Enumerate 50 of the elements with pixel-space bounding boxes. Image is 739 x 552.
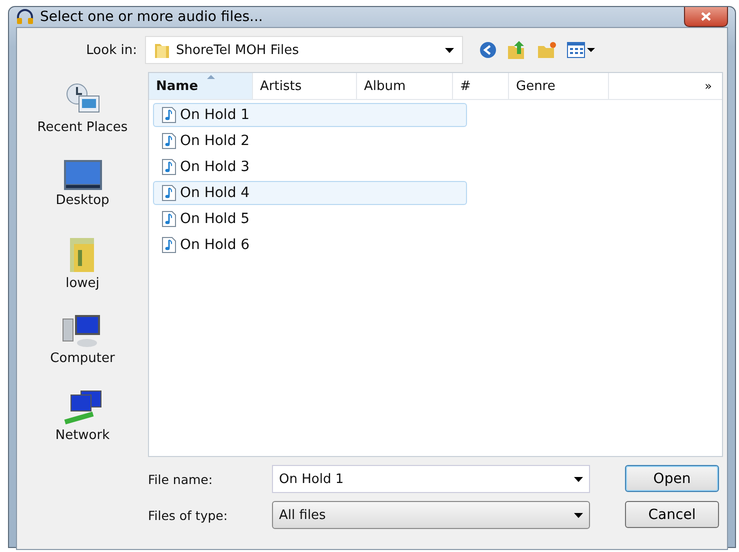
window-title: Select one or more audio files... bbox=[40, 9, 263, 25]
close-button[interactable] bbox=[684, 7, 728, 27]
column-header[interactable]: Artists bbox=[253, 73, 357, 99]
up-folder-icon[interactable] bbox=[507, 40, 527, 60]
file-type-dropdown[interactable]: All files bbox=[272, 501, 590, 529]
look-in-dropdown[interactable]: ShoreTel MOH Files bbox=[145, 36, 463, 64]
grid-view-icon bbox=[567, 42, 585, 58]
look-in-label: Look in: bbox=[85, 42, 137, 58]
audio-file-icon bbox=[162, 107, 176, 123]
view-menu-button[interactable] bbox=[567, 42, 595, 58]
place-item[interactable]: Recent Places bbox=[37, 82, 128, 149]
audio-file-icon bbox=[162, 159, 176, 175]
place-item[interactable]: Desktop bbox=[56, 159, 110, 226]
place-item[interactable]: lowej bbox=[66, 236, 100, 303]
caret-icon bbox=[574, 476, 583, 482]
back-icon[interactable] bbox=[479, 41, 497, 59]
file-name-field[interactable]: On Hold 1 bbox=[272, 465, 590, 493]
file-row[interactable]: On Hold 1 bbox=[153, 103, 467, 127]
close-icon bbox=[701, 12, 711, 21]
file-row[interactable]: On Hold 6 bbox=[153, 233, 467, 257]
dialog-button[interactable]: Cancel bbox=[625, 501, 719, 528]
headphones-icon bbox=[16, 9, 34, 25]
caret-icon bbox=[445, 48, 454, 52]
computer-icon bbox=[62, 313, 102, 349]
audio-file-icon bbox=[162, 237, 176, 253]
dialog-button[interactable]: Open bbox=[625, 465, 719, 492]
audio-file-icon bbox=[162, 185, 176, 201]
column-header[interactable]: Genre bbox=[509, 73, 609, 99]
look-in-value: ShoreTel MOH Files bbox=[176, 42, 300, 58]
file-row[interactable]: On Hold 4 bbox=[153, 181, 467, 205]
file-type-label: Files of type: bbox=[148, 508, 229, 522]
caret-icon bbox=[574, 512, 583, 518]
monitor-icon bbox=[62, 159, 102, 191]
caret-icon bbox=[587, 48, 595, 52]
file-row[interactable]: On Hold 3 bbox=[153, 155, 467, 179]
audio-file-icon bbox=[162, 133, 176, 149]
folder-icon bbox=[154, 41, 170, 59]
column-header[interactable]: Album bbox=[357, 73, 453, 99]
network-icon bbox=[62, 390, 102, 426]
place-item[interactable]: Computer bbox=[50, 313, 115, 380]
file-row[interactable]: On Hold 5 bbox=[153, 207, 467, 231]
file-name-label: File name: bbox=[148, 472, 214, 486]
place-item[interactable]: Network bbox=[55, 390, 110, 457]
file-row[interactable]: On Hold 2 bbox=[153, 129, 467, 153]
new-folder-icon[interactable] bbox=[537, 41, 557, 59]
column-header[interactable]: Name bbox=[149, 73, 253, 99]
audio-file-icon bbox=[162, 211, 176, 227]
sort-arrow-icon bbox=[207, 75, 215, 79]
column-header[interactable]: # bbox=[453, 73, 509, 99]
more-columns-button[interactable]: » bbox=[704, 79, 712, 93]
